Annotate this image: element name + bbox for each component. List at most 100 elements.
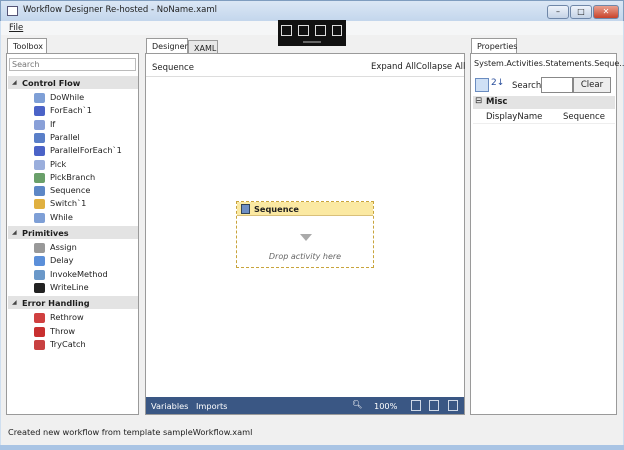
activity-icon [34, 243, 45, 253]
category-label: Control Flow [22, 78, 81, 88]
collapse-icon[interactable]: ⊟ [475, 96, 482, 106]
imports-button[interactable]: Imports [196, 401, 227, 411]
expand-arrow-icon: ◢ [12, 299, 17, 307]
toolbox-item[interactable]: While [32, 211, 73, 224]
maximize-button[interactable]: □ [570, 5, 592, 19]
activity-icon [34, 313, 45, 324]
track-focus-icon[interactable] [315, 25, 326, 36]
item-label: Rethrow [50, 312, 84, 323]
item-label: DoWhile [50, 92, 85, 102]
status-text: Created new workflow from template sampl… [8, 427, 253, 437]
drop-arrow-icon [300, 234, 312, 241]
activity-icon [34, 326, 45, 337]
adorner-icon[interactable] [332, 25, 342, 36]
drag-handle[interactable] [303, 41, 321, 43]
activity-icon [34, 93, 45, 103]
zoom-icon: 🔍︎ [352, 399, 363, 409]
toolbox-search-input[interactable] [9, 58, 136, 71]
floating-toolbar [278, 20, 346, 46]
sequence-title: Sequence [254, 204, 299, 214]
zoom-level[interactable]: 100% [374, 401, 397, 411]
app-icon [7, 6, 18, 16]
item-label: Switch`1 [50, 198, 87, 209]
toolbox-item[interactable]: PickBranch [32, 171, 95, 184]
activity-icon [34, 256, 45, 267]
window-title: Workflow Designer Re-hosted - NoName.xam… [23, 5, 217, 15]
item-label: TryCatch [50, 338, 86, 349]
activity-icon [34, 186, 45, 197]
properties-search-input[interactable] [541, 77, 573, 93]
tab-toolbox[interactable]: Toolbox [7, 38, 47, 54]
toolbox-item[interactable]: Pick [32, 158, 66, 171]
toolbox-item[interactable]: Parallel [32, 131, 80, 144]
toolbox-item[interactable]: Switch`1 [32, 197, 86, 210]
toolbox-item[interactable]: Throw [32, 325, 75, 338]
toolbox-item[interactable]: WriteLine [32, 281, 89, 294]
select-element-icon[interactable] [281, 25, 292, 36]
menu-file[interactable]: File [9, 23, 23, 33]
toolbox-item[interactable]: Rethrow [32, 311, 84, 324]
toolbox-item[interactable]: DoWhile [32, 91, 84, 104]
overview-map-icon[interactable] [448, 400, 458, 411]
sequence-icon [241, 204, 250, 214]
activity-icon [34, 119, 45, 130]
activity-icon [34, 199, 45, 210]
title-bar: Workflow Designer Re-hosted - NoName.xam… [0, 0, 624, 21]
item-label: Assign [50, 242, 77, 252]
property-value[interactable]: Sequence [563, 112, 605, 122]
close-button[interactable]: ✕ [593, 5, 619, 19]
item-label: If [50, 118, 56, 129]
category-misc[interactable]: ⊟ Misc [473, 96, 615, 109]
tab-properties[interactable]: Properties [471, 38, 517, 54]
expand-arrow-icon: ◢ [12, 229, 17, 236]
activity-icon [34, 159, 45, 170]
toolbox-item[interactable]: ParallelForEach`1 [32, 144, 122, 157]
divider [146, 76, 464, 77]
selected-type: System.Activities.Statements.Seque... [474, 59, 624, 68]
clear-button[interactable]: Clear [573, 77, 611, 93]
breadcrumb[interactable]: Sequence [152, 63, 194, 73]
activity-icon [34, 339, 45, 350]
property-name: DisplayName [486, 112, 543, 122]
toolbox-item[interactable]: Sequence [32, 184, 90, 197]
expand-all-button[interactable]: Expand All [371, 62, 416, 72]
item-label: PickBranch [50, 171, 96, 182]
minimize-button[interactable]: – [547, 5, 569, 19]
item-label: InvokeMethod [50, 268, 108, 279]
category-label: Misc [486, 97, 508, 107]
toolbox-item[interactable]: If [32, 118, 55, 131]
display-layout-icon[interactable] [298, 25, 309, 36]
toolbox-item[interactable]: InvokeMethod [32, 268, 108, 281]
activity-icon [34, 172, 45, 183]
category-error-handling[interactable]: ◢ Error Handling [8, 296, 138, 310]
sequence-activity[interactable]: Sequence Drop activity here [236, 201, 374, 268]
activity-icon [34, 106, 45, 117]
toolbox-item[interactable]: TryCatch [32, 338, 86, 351]
item-label: ParallelForEach`1 [50, 145, 122, 156]
activity-icon [34, 132, 45, 143]
tab-xaml[interactable]: XAML [188, 40, 218, 54]
item-label: Pick [50, 158, 67, 169]
item-label: Throw [50, 325, 76, 336]
item-label: Delay [50, 255, 74, 266]
expand-arrow-icon: ◢ [12, 79, 17, 86]
toolbox-item[interactable]: ForEach`1 [32, 104, 92, 117]
activity-icon [34, 146, 45, 157]
variables-button[interactable]: Variables [151, 401, 188, 411]
zoom-dropdown-button[interactable] [411, 400, 421, 411]
activity-icon [34, 269, 45, 280]
collapse-all-button[interactable]: Collapse All [416, 62, 465, 72]
toolbox-item[interactable]: Assign [32, 241, 77, 254]
item-label: Sequence [50, 185, 91, 196]
fit-to-screen-icon[interactable] [429, 400, 439, 411]
item-label: While [50, 211, 73, 222]
property-row[interactable]: DisplayName Sequence [473, 110, 615, 124]
item-label: WriteLine [50, 281, 89, 292]
item-label: Parallel [50, 131, 80, 142]
category-primitives[interactable]: ◢ Primitives [8, 226, 138, 239]
alphabetical-sort-icon[interactable]: 2↓ [491, 78, 504, 88]
categorized-view-icon[interactable] [475, 78, 489, 92]
category-control-flow[interactable]: ◢ Control Flow [8, 76, 138, 89]
tab-designer[interactable]: Designer [146, 38, 188, 54]
toolbox-item[interactable]: Delay [32, 254, 73, 267]
